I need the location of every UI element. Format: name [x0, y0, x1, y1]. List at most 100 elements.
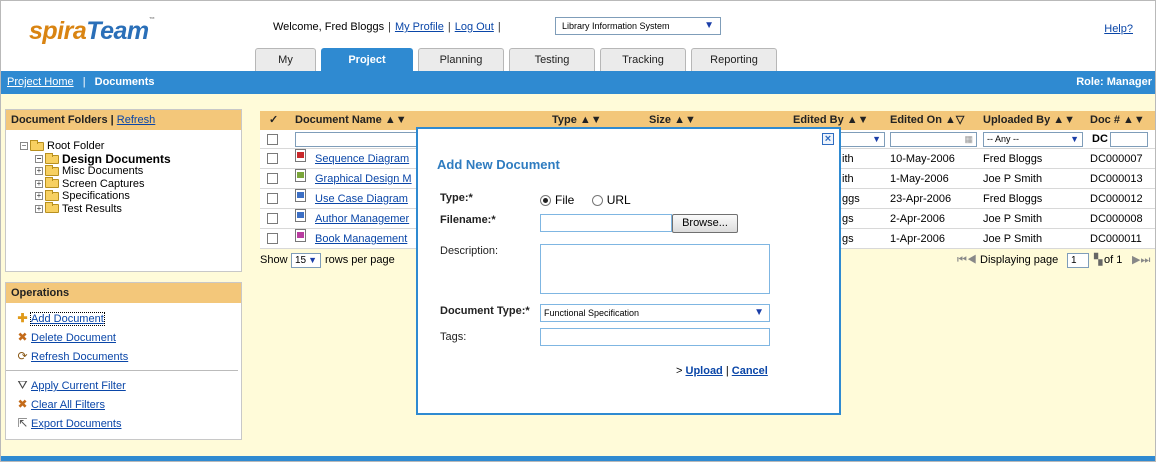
rows-per-page-label: rows per page: [325, 254, 395, 266]
tree-item-design-documents[interactable]: − Design Documents: [20, 152, 241, 166]
calendar-icon[interactable]: ▦: [964, 133, 973, 146]
log-out-link[interactable]: Log Out: [455, 21, 494, 33]
welcome-bar: Welcome, Fred Bloggs | My Profile | Log Out |: [273, 21, 501, 33]
filter-uploaded-by[interactable]: -- Any -- ▼: [983, 132, 1083, 147]
breadcrumb: Project Home | Documents: [7, 76, 155, 88]
tree-item-misc-documents[interactable]: + Misc Documents: [20, 164, 241, 178]
close-icon[interactable]: ×: [822, 133, 834, 145]
document-name-link[interactable]: Book Management: [315, 229, 407, 249]
tab-planning[interactable]: Planning: [418, 48, 504, 72]
collapse-icon[interactable]: −: [35, 155, 43, 164]
first-prev-page-icon[interactable]: ⏮◀: [957, 249, 977, 271]
document-name-link[interactable]: Use Case Diagram: [315, 189, 408, 209]
tab-tracking[interactable]: Tracking: [600, 48, 686, 72]
folder-icon: [45, 202, 59, 214]
edited-on-cell: 1-Apr-2006: [890, 233, 946, 245]
select-all-checkbox[interactable]: [267, 134, 278, 145]
collapse-icon[interactable]: −: [20, 142, 28, 151]
row-checkbox[interactable]: [267, 213, 278, 224]
clear-filters-action[interactable]: ✖ Clear All Filters: [16, 395, 241, 414]
open-folder-icon: [30, 139, 44, 151]
expand-icon[interactable]: +: [35, 167, 43, 176]
tab-project-home[interactable]: Project Home: [321, 48, 413, 88]
filename-label: Filename:*: [440, 214, 496, 226]
edited-on-cell: 1-May-2006: [890, 173, 949, 185]
tree-item-test-results[interactable]: + Test Results: [20, 202, 241, 216]
welcome-text: Welcome, Fred Bloggs: [273, 21, 385, 33]
visio-file-icon: [295, 209, 306, 222]
tab-testing[interactable]: Testing: [509, 48, 595, 72]
rows-per-page-select[interactable]: 15 ▼: [291, 253, 321, 268]
doc-prefix-label: DC: [1092, 133, 1108, 145]
plus-icon: ✚: [17, 311, 28, 325]
column-edited-on[interactable]: Edited On ▲▽: [890, 111, 964, 130]
column-document-name[interactable]: Document Name ▲▼: [295, 111, 407, 130]
document-name-link[interactable]: Author Managemer: [315, 209, 409, 229]
dialog-title: Add New Document: [437, 157, 560, 172]
folder-icon: [45, 164, 59, 176]
add-document-action[interactable]: ✚ Add Document: [16, 309, 241, 328]
column-doc-number[interactable]: Doc # ▲▼: [1090, 111, 1145, 130]
uploaded-by-cell: Fred Bloggs: [983, 153, 1043, 165]
chevron-down-icon: ▼: [1070, 134, 1079, 144]
refresh-documents-action[interactable]: ⟳ Refresh Documents: [16, 347, 241, 366]
tags-input[interactable]: [540, 328, 770, 346]
tree-item-specifications[interactable]: + Specifications: [20, 189, 241, 203]
dialog-actions: > Upload | Cancel: [676, 365, 768, 377]
of-pages-label: of 1: [1104, 254, 1123, 266]
cancel-link[interactable]: Cancel: [732, 365, 768, 377]
main-tabs: My Page Project Home Planning Testing Tr…: [255, 48, 777, 88]
row-checkbox[interactable]: [267, 193, 278, 204]
document-name-link[interactable]: Graphical Design M: [315, 169, 412, 189]
apply-filter-action[interactable]: ⛛ Apply Current Filter: [16, 376, 241, 395]
breadcrumb-bar: Project Home | Documents Role: Manager: [1, 71, 1155, 94]
upload-link[interactable]: Upload: [686, 365, 723, 377]
edited-by-cell: ith: [842, 153, 854, 165]
filename-input[interactable]: [540, 214, 672, 232]
delete-document-action[interactable]: ✖ Delete Document: [16, 328, 241, 347]
go-page-icon[interactable]: ▚: [1094, 249, 1102, 271]
breadcrumb-project-home-link[interactable]: Project Home: [7, 76, 74, 88]
doc-number-cell: DC000007: [1090, 153, 1143, 165]
description-textarea[interactable]: [540, 244, 770, 294]
row-checkbox[interactable]: [267, 173, 278, 184]
role-label: Role: Manager: [1076, 76, 1152, 88]
my-profile-link[interactable]: My Profile: [395, 21, 444, 33]
uploaded-by-cell: Fred Bloggs: [983, 193, 1043, 205]
tags-label: Tags:: [440, 331, 467, 343]
browse-button[interactable]: Browse...: [672, 214, 738, 233]
next-last-page-icon[interactable]: ▶⏭: [1132, 249, 1150, 271]
doc-number-cell: DC000008: [1090, 213, 1143, 225]
spirateam-logo: spiraTeam™: [29, 17, 155, 45]
show-label: Show: [260, 254, 288, 266]
page-number-input[interactable]: 1: [1067, 253, 1089, 268]
refresh-folders-link[interactable]: Refresh: [117, 114, 156, 126]
expand-icon[interactable]: +: [35, 192, 43, 201]
project-selector[interactable]: Library Information System ▼: [555, 17, 721, 35]
chevron-down-icon: ▼: [754, 307, 764, 318]
row-checkbox[interactable]: [267, 153, 278, 164]
doc-number-cell: DC000013: [1090, 173, 1143, 185]
uploaded-by-cell: Joe P Smith: [983, 213, 1043, 225]
expand-icon[interactable]: +: [35, 179, 43, 188]
filter-edited-on[interactable]: ▦: [890, 132, 977, 147]
help-link[interactable]: Help?: [1104, 23, 1133, 35]
column-uploaded-by[interactable]: Uploaded By ▲▼: [983, 111, 1075, 130]
tree-item-screen-captures[interactable]: + Screen Captures: [20, 177, 241, 191]
filter-doc-number[interactable]: [1110, 132, 1148, 147]
breadcrumb-current: Documents: [94, 76, 155, 88]
edited-on-cell: 23-Apr-2006: [890, 193, 952, 205]
displaying-page-label: Displaying page: [980, 254, 1059, 266]
export-documents-action[interactable]: ⇱ Export Documents: [16, 414, 241, 433]
expand-icon[interactable]: +: [35, 204, 43, 213]
tab-my-page[interactable]: My Page: [255, 48, 316, 88]
row-checkbox[interactable]: [267, 233, 278, 244]
type-label: Type:*: [440, 192, 473, 204]
folder-icon: [45, 177, 59, 189]
type-url-radio[interactable]: [591, 195, 603, 207]
document-name-link[interactable]: Sequence Diagram: [315, 149, 409, 169]
type-file-radio[interactable]: [540, 195, 551, 207]
document-type-select[interactable]: Functional Specification ▼: [540, 304, 770, 322]
image-file-icon: [295, 169, 306, 182]
tab-reporting[interactable]: Reporting: [691, 48, 777, 72]
